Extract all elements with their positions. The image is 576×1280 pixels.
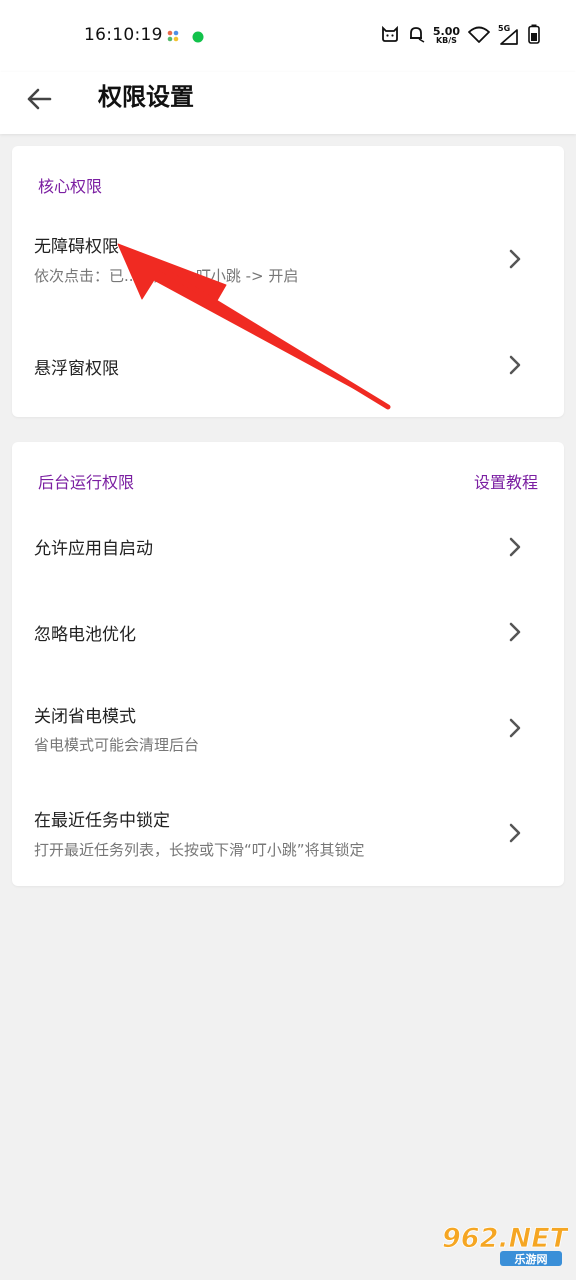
cat-face-icon [381,25,399,47]
row-disable-power-saving[interactable]: 关闭省电模式 省电模式可能会清理后台 [12,678,564,778]
row-subtitle: 打开最近任务列表，长按或下滑“叮小跳”将其锁定 [34,841,365,859]
net-speed: 5.00 KB/S [432,25,460,45]
bell-muted-icon [407,25,425,47]
status-bar: 16:10:19 5.00 KB/S 5G [0,0,576,72]
core-permissions-card: 核心权限 无障碍权限 依次点击：已...服务 -> 叮小跳 -> 开启 悬浮窗权… [12,146,564,417]
app-bar: 权限设置 [0,72,576,134]
back-button[interactable] [20,80,58,118]
row-title: 悬浮窗权限 [34,359,119,379]
chevron-right-icon [509,355,521,375]
row-title: 允许应用自启动 [34,539,153,559]
watermark-text: 962.NET [442,1223,568,1254]
wifi-icon [468,25,490,47]
row-subtitle: 省电模式可能会清理后台 [34,736,200,754]
wechat-icon [192,28,204,47]
row-allow-autostart[interactable]: 允许应用自启动 [12,504,564,588]
background-permissions-card: 后台运行权限 设置教程 允许应用自启动 忽略电池优化 关闭省电模式 省电模式可能… [12,442,564,886]
row-accessibility-permission[interactable]: 无障碍权限 依次点击：已...服务 -> 叮小跳 -> 开启 [12,216,564,306]
row-subtitle: 依次点击：已...服务 -> 叮小跳 -> 开启 [34,267,299,285]
row-title: 关闭省电模式 [34,707,136,727]
watermark-subtext: 乐游网 [515,1252,548,1266]
chevron-right-icon [509,718,521,738]
page-title: 权限设置 [98,83,194,111]
watermark-logo: 962.NET 乐游网 [436,1218,571,1272]
back-arrow-icon [27,88,52,110]
setup-tutorial-link[interactable]: 设置教程 [474,469,538,493]
cellular-5g-icon: 5G [498,24,520,46]
section-title-core: 核心权限 [38,177,103,196]
row-floating-window-permission[interactable]: 悬浮窗权限 [12,324,564,404]
chevron-right-icon [509,622,521,642]
chevron-right-icon [509,249,521,269]
row-lock-in-recents[interactable]: 在最近任务中锁定 打开最近任务列表，长按或下滑“叮小跳”将其锁定 [12,782,564,882]
row-title: 忽略电池优化 [34,625,136,645]
section-title-background: 后台运行权限 [38,473,135,492]
row-ignore-battery-optimization[interactable]: 忽略电池优化 [12,590,564,674]
chevron-right-icon [509,537,521,557]
row-title: 无障碍权限 [34,237,119,257]
row-title: 在最近任务中锁定 [34,811,170,831]
chevron-right-icon [509,823,521,843]
battery-icon [528,24,540,48]
app-notification-icon [166,28,180,47]
status-time: 16:10:19 [84,25,163,45]
